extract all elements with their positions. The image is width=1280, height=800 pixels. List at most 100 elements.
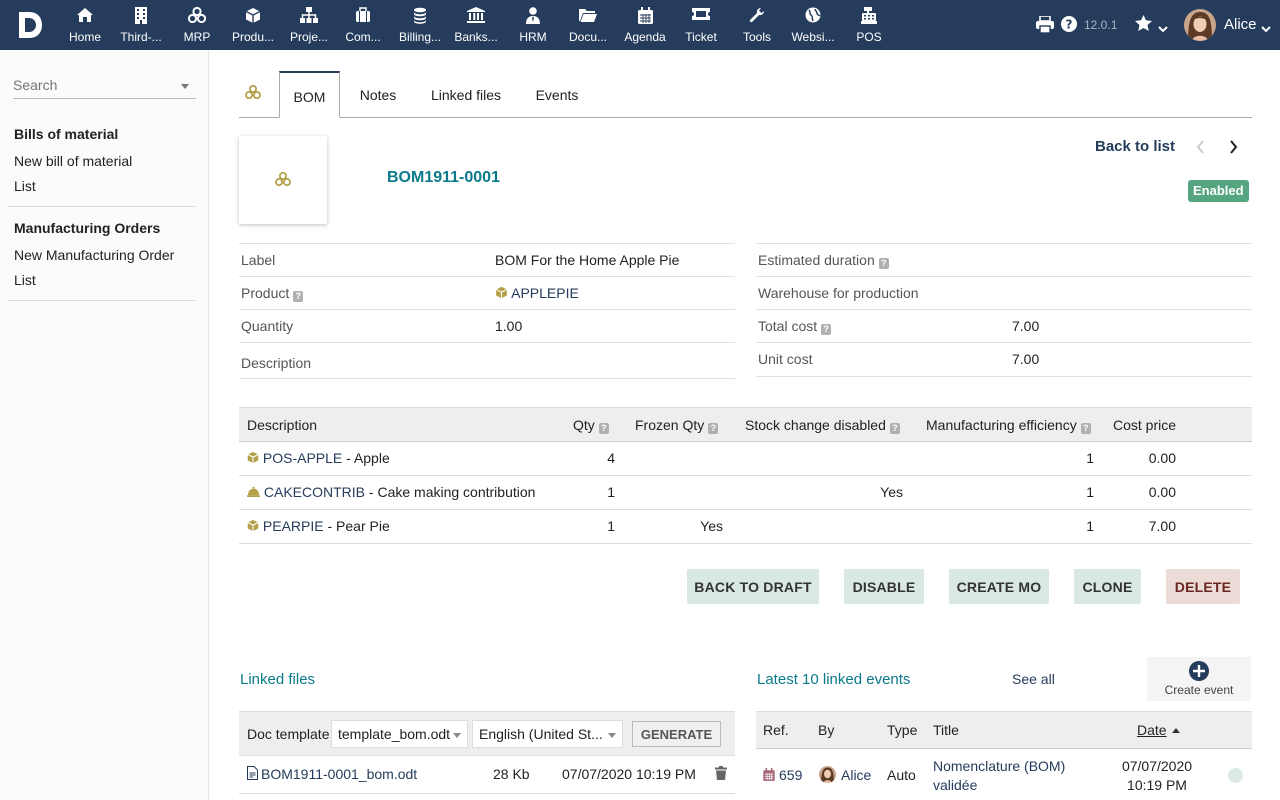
cube-icon: [225, 7, 281, 25]
nav-commercial[interactable]: Com...: [335, 0, 391, 50]
clone-button[interactable]: CLONE: [1074, 569, 1141, 604]
column-type[interactable]: Type: [887, 722, 917, 738]
product-link[interactable]: APPLEPIE: [511, 285, 579, 301]
event-title-link[interactable]: Nomenclature (BOM) validée: [933, 757, 1065, 795]
file-link[interactable]: BOM1911-0001_bom.odt: [261, 766, 417, 782]
create-event-label: Create event: [1164, 683, 1234, 697]
nav-home[interactable]: Home: [57, 0, 113, 50]
help-icon[interactable]: ?: [1061, 16, 1077, 35]
object-thumbnail: [239, 136, 327, 224]
line-cost-price: 0.00: [1148, 484, 1176, 500]
sidebar-bom-list[interactable]: List: [14, 178, 36, 194]
nav-ticket[interactable]: Ticket: [673, 0, 729, 50]
help-icon[interactable]: ?: [821, 324, 832, 335]
folder-icon: [560, 7, 616, 25]
previous-record-icon[interactable]: [1196, 138, 1205, 159]
doc-template-label: Doc template: [247, 726, 330, 742]
line-product-link[interactable]: PEARPIE: [263, 518, 324, 534]
cube-icon: [495, 285, 508, 301]
help-icon[interactable]: ?: [598, 423, 609, 434]
tab-notes[interactable]: Notes: [352, 71, 404, 118]
plus-circle-icon: [1189, 661, 1209, 684]
line-product-link[interactable]: POS-APPLE: [263, 450, 342, 466]
help-icon[interactable]: ?: [293, 291, 304, 302]
column-ref[interactable]: Ref.: [763, 722, 789, 738]
nav-website[interactable]: Websi...: [785, 0, 841, 50]
trash-icon[interactable]: [715, 766, 727, 783]
sidebar-bom-title[interactable]: Bills of material: [14, 126, 118, 142]
dropdown-caret-icon[interactable]: [181, 84, 189, 89]
nav-agenda[interactable]: Agenda: [617, 0, 673, 50]
tab-bom[interactable]: BOM: [279, 71, 340, 118]
warehouse-label: Warehouse for production: [758, 285, 919, 301]
doc-template-select[interactable]: template_bom.odt: [331, 720, 468, 748]
product-field-label: Product?: [241, 285, 304, 302]
line-product-link[interactable]: CAKECONTRIB: [264, 484, 365, 500]
sidebar-mo-list[interactable]: List: [14, 272, 36, 288]
quantity-field-value: 1.00: [495, 318, 523, 334]
dropdown-caret-icon: [608, 733, 616, 738]
user-menu-chevron-icon[interactable]: [1261, 20, 1271, 36]
language-select[interactable]: English (United St...: [472, 720, 623, 748]
linked-files-title: Linked files: [240, 671, 316, 688]
field-divider: [239, 342, 735, 343]
nav-tools[interactable]: Tools: [729, 0, 785, 50]
tab-linked-files[interactable]: Linked files: [424, 71, 508, 118]
create-event-button[interactable]: Create event: [1147, 657, 1251, 701]
bookmark-star-icon[interactable]: [1135, 15, 1152, 34]
field-divider: [239, 378, 735, 379]
nav-banks[interactable]: Banks...: [448, 0, 504, 50]
tab-object-icon[interactable]: [239, 71, 267, 118]
sidebar-divider: [8, 300, 196, 301]
help-icon[interactable]: ?: [1080, 423, 1091, 434]
create-mo-button[interactable]: CREATE MO: [949, 569, 1049, 604]
nav-projects[interactable]: Proje...: [281, 0, 337, 50]
line-description: CAKECONTRIB - Cake making contribution: [247, 484, 535, 500]
column-frozen-qty: Frozen Qty?: [635, 417, 719, 434]
chevron-down-icon[interactable]: [1158, 20, 1168, 36]
home-icon: [57, 7, 113, 25]
sidebar-new-mo[interactable]: New Manufacturing Order: [14, 247, 174, 263]
column-date[interactable]: Date: [1137, 722, 1180, 738]
nav-pos[interactable]: POS: [841, 0, 897, 50]
nav-billing[interactable]: Billing...: [392, 0, 448, 50]
print-icon[interactable]: [1036, 15, 1054, 36]
column-by[interactable]: By: [818, 722, 834, 738]
field-divider: [239, 276, 735, 277]
nav-third-parties[interactable]: Third-...: [113, 0, 169, 50]
bank-icon: [448, 7, 504, 25]
column-title[interactable]: Title: [933, 722, 959, 738]
ticket-icon: [673, 7, 729, 25]
user-avatar[interactable]: [1184, 9, 1216, 41]
unit-cost-value: 7.00: [1012, 351, 1040, 367]
user-name[interactable]: Alice: [1224, 16, 1257, 33]
product-field-value[interactable]: APPLEPIE: [495, 285, 579, 301]
nav-hrm[interactable]: HRM: [505, 0, 561, 50]
help-icon[interactable]: ?: [889, 423, 900, 434]
sidebar-new-bom[interactable]: New bill of material: [14, 153, 132, 169]
next-record-icon[interactable]: [1229, 138, 1238, 159]
dolibarr-logo[interactable]: [16, 10, 44, 40]
nav-documents[interactable]: Docu...: [560, 0, 616, 50]
sidebar-search[interactable]: [13, 74, 196, 99]
nav-mrp[interactable]: MRP: [169, 0, 225, 50]
back-to-draft-button[interactable]: BACK TO DRAFT: [687, 569, 819, 604]
globe-icon: [785, 7, 841, 25]
delete-button[interactable]: DELETE: [1166, 569, 1240, 604]
event-user-link[interactable]: Alice: [841, 767, 871, 783]
tab-events[interactable]: Events: [528, 71, 586, 118]
disable-button[interactable]: DISABLE: [844, 569, 924, 604]
see-all-link[interactable]: See all: [1012, 671, 1055, 687]
back-to-list-link[interactable]: Back to list: [1095, 138, 1175, 155]
help-icon[interactable]: ?: [878, 258, 889, 269]
field-divider: [756, 376, 1252, 377]
line-frozen-qty: Yes: [700, 518, 723, 534]
sidebar-mo-title[interactable]: Manufacturing Orders: [14, 220, 160, 236]
event-ref-link[interactable]: 659: [779, 767, 802, 783]
sidebar-search-input[interactable]: [13, 74, 173, 96]
nav-products[interactable]: Produ...: [225, 0, 281, 50]
calendar-icon: [617, 7, 673, 25]
help-icon[interactable]: ?: [708, 423, 719, 434]
generate-button[interactable]: GENERATE: [632, 721, 721, 747]
cubes-icon: [275, 171, 291, 189]
